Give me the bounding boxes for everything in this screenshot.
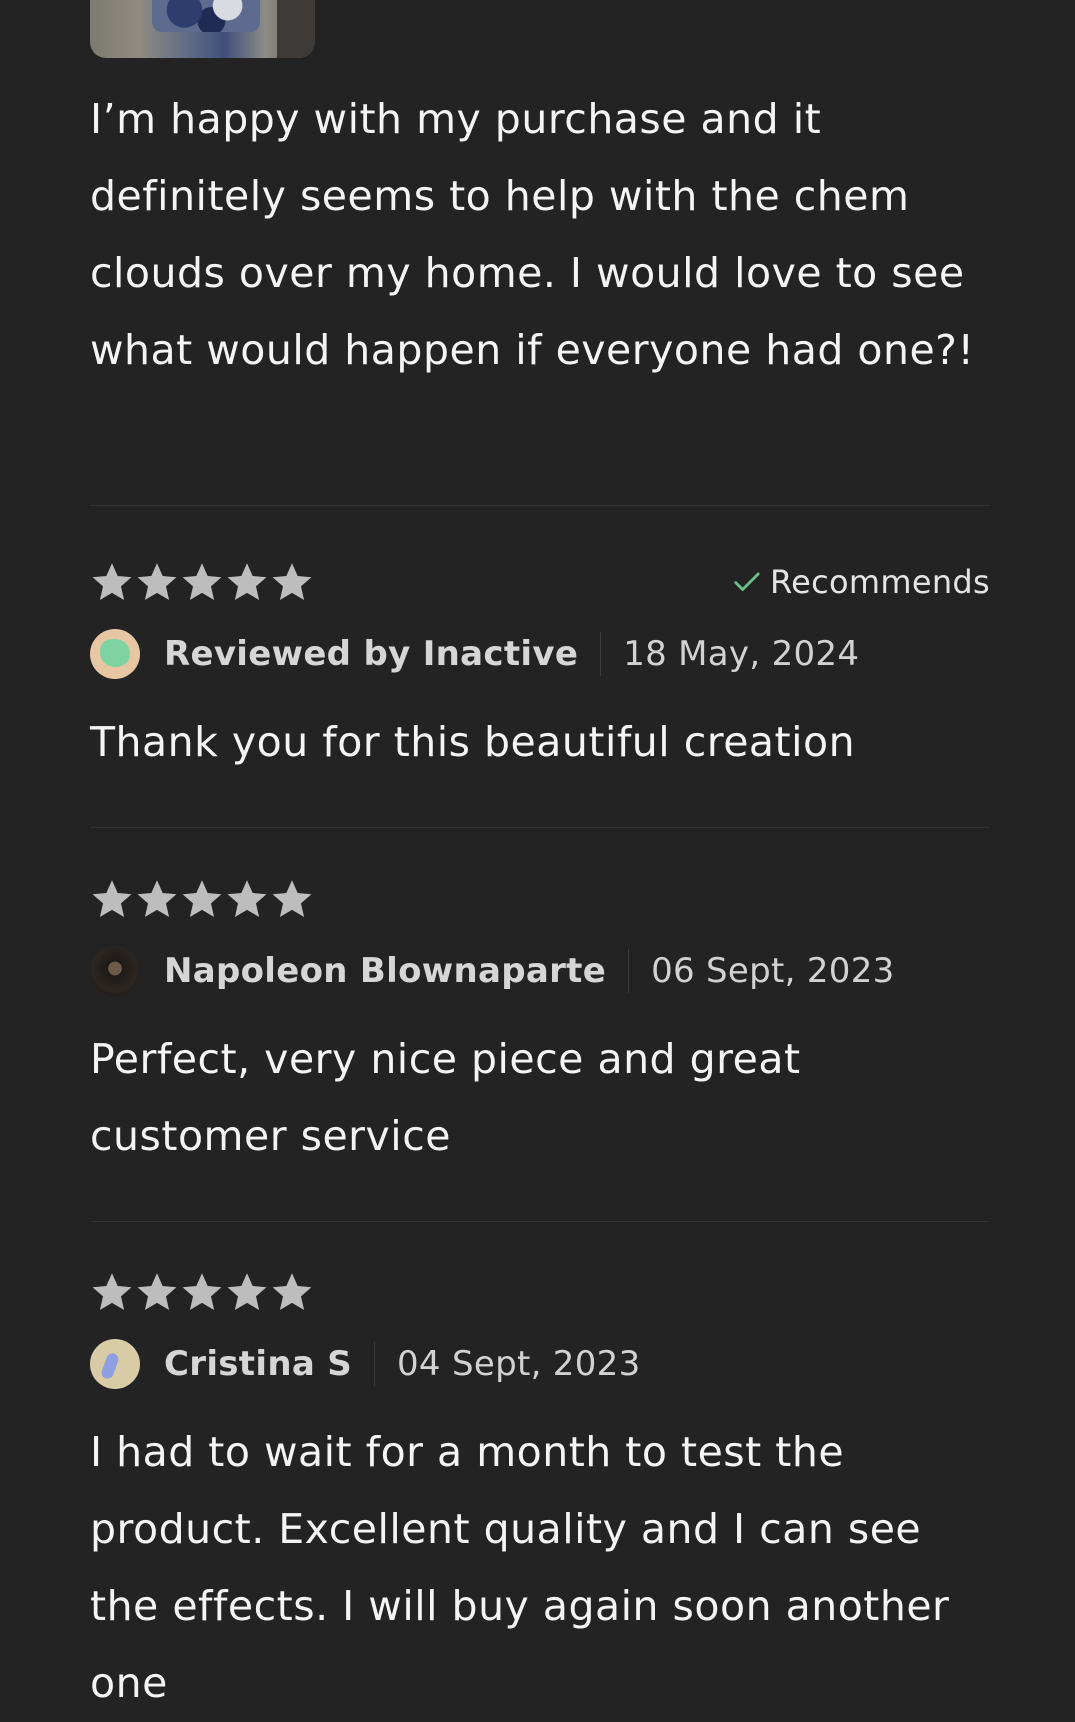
review-text: Thank you for this beautiful creation bbox=[90, 718, 856, 766]
star-icon bbox=[182, 880, 222, 917]
review-item: Cristina S 04 Sept, 2023 I had to wait f… bbox=[90, 1268, 990, 1722]
star-icon bbox=[227, 563, 267, 600]
rating-row: Recommends bbox=[90, 558, 990, 606]
star-rating bbox=[90, 560, 314, 604]
reviewer-name: Napoleon Blownaparte bbox=[164, 951, 607, 991]
recommends-label: Recommends bbox=[770, 563, 990, 601]
review-photo[interactable] bbox=[90, 0, 315, 58]
star-icon bbox=[272, 880, 312, 917]
review-text: Perfect, very nice piece and great custo… bbox=[90, 1035, 801, 1160]
meta-separator bbox=[374, 1342, 375, 1386]
avatar bbox=[90, 946, 140, 996]
review-date: 18 May, 2024 bbox=[623, 634, 860, 674]
avatar bbox=[90, 629, 140, 679]
review-meta: Reviewed by Inactive 18 May, 2024 bbox=[90, 628, 990, 680]
star-icon bbox=[227, 880, 267, 917]
photo-detail bbox=[152, 0, 260, 32]
check-icon bbox=[734, 572, 760, 591]
review-item: Recommends Reviewed by Inactive 18 May, … bbox=[90, 558, 990, 781]
avatar bbox=[90, 1339, 140, 1389]
star-icon bbox=[182, 1273, 222, 1310]
reviewer-name: Cristina S bbox=[164, 1344, 352, 1384]
star-icon bbox=[227, 1273, 267, 1310]
star-icon bbox=[92, 1273, 132, 1310]
photo-detail bbox=[277, 0, 315, 58]
star-icon bbox=[272, 563, 312, 600]
star-rating bbox=[90, 877, 314, 921]
star-icon bbox=[182, 563, 222, 600]
review-meta: Napoleon Blownaparte 06 Sept, 2023 bbox=[90, 945, 990, 997]
review-text: I’m happy with my purchase and it defini… bbox=[90, 95, 975, 374]
star-icon bbox=[272, 1273, 312, 1310]
review-date: 04 Sept, 2023 bbox=[397, 1344, 641, 1384]
review-item: Napoleon Blownaparte 06 Sept, 2023 Perfe… bbox=[90, 875, 990, 1175]
meta-separator bbox=[600, 632, 602, 676]
star-rating bbox=[90, 1270, 314, 1314]
review-divider bbox=[90, 505, 990, 506]
review-divider bbox=[90, 1221, 990, 1222]
star-icon bbox=[92, 563, 132, 600]
review-meta: Cristina S 04 Sept, 2023 bbox=[90, 1338, 990, 1390]
star-icon bbox=[137, 563, 177, 600]
rating-row bbox=[90, 875, 990, 923]
review-text: I had to wait for a month to test the pr… bbox=[90, 1428, 950, 1707]
star-icon bbox=[137, 1273, 177, 1310]
star-icon bbox=[92, 880, 132, 917]
recommends-badge: Recommends bbox=[732, 563, 990, 601]
rating-row bbox=[90, 1268, 990, 1316]
meta-separator bbox=[628, 949, 630, 993]
reviewer-name: Reviewed by Inactive bbox=[164, 634, 579, 674]
star-icon bbox=[137, 880, 177, 917]
review-date: 06 Sept, 2023 bbox=[651, 951, 895, 991]
review-divider bbox=[90, 827, 990, 828]
